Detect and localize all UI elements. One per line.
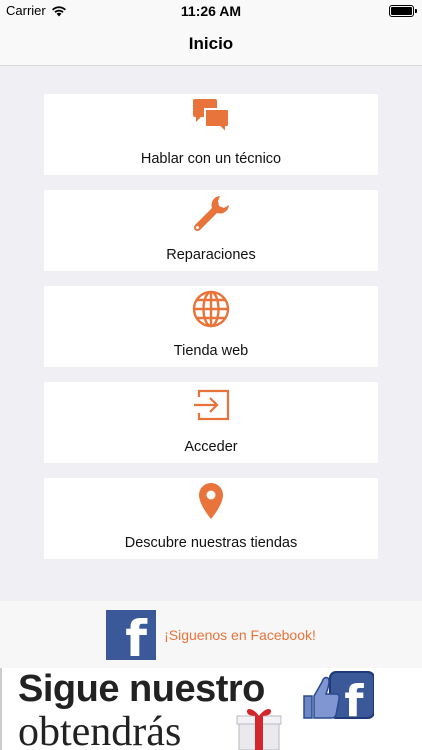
page-title: Inicio [188, 33, 234, 53]
menu-item-hablar-tecnico[interactable]: Hablar con un técnico [44, 94, 378, 175]
sign-in-icon [191, 385, 231, 425]
menu-item-descubre-tiendas[interactable]: Descubre nuestras tiendas [44, 478, 378, 559]
menu-item-reparaciones[interactable]: Reparaciones [44, 190, 378, 271]
facebook-logo-icon: f [106, 609, 157, 660]
facebook-like-icon: f [303, 671, 374, 722]
menu-item-acceder[interactable]: Acceder [44, 382, 378, 463]
status-time: 11:26 AM [180, 3, 242, 19]
promo-banner[interactable]: Sigue nuestro obtendrás f [0, 668, 422, 750]
chat-bubbles-icon [191, 97, 231, 137]
menu-item-label: Hablar con un técnico [140, 151, 282, 167]
wrench-icon [191, 193, 231, 233]
main-menu: Hablar con un técnico Reparaciones Tiend… [44, 94, 378, 574]
banner-line-2: obtendrás [18, 709, 182, 750]
facebook-logo-letter: f [125, 609, 147, 660]
menu-item-label: Tienda web [173, 343, 249, 359]
facebook-link[interactable]: f ¡Siguenos en Facebook! [0, 601, 422, 668]
menu-item-tienda-web[interactable]: Tienda web [44, 286, 378, 367]
map-pin-icon [191, 481, 231, 521]
svg-text:f: f [344, 676, 364, 722]
gift-icon [236, 709, 282, 750]
battery-icon [389, 5, 417, 17]
globe-icon [191, 289, 231, 329]
status-bar: Carrier 11:26 AM [0, 0, 422, 22]
facebook-link-text: ¡Siguenos en Facebook! [164, 626, 316, 643]
navigation-bar: Inicio [0, 22, 422, 66]
banner-line-1: Sigue nuestro [18, 668, 265, 710]
menu-item-label: Descubre nuestras tiendas [124, 535, 298, 551]
menu-item-label: Acceder [184, 439, 238, 455]
menu-item-label: Reparaciones [166, 247, 256, 263]
